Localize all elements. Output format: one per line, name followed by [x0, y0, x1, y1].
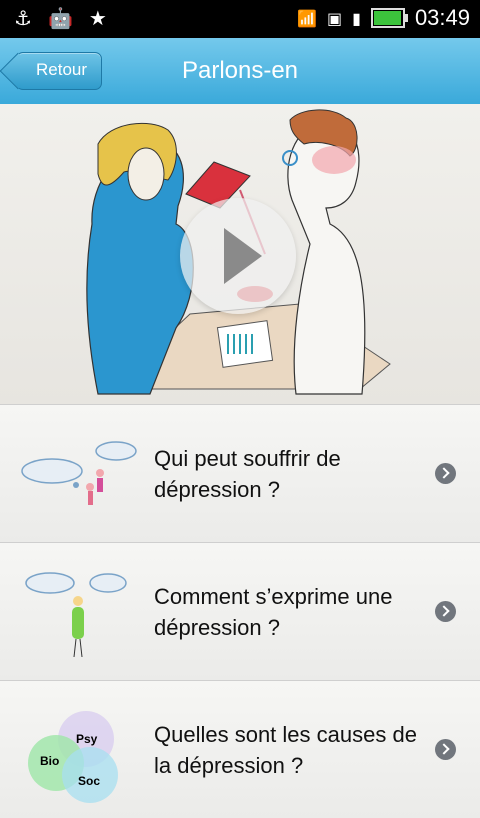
- list-item[interactable]: Comment s’exprime une dépression ?: [0, 542, 480, 680]
- status-time: 03:49: [414, 5, 470, 30]
- list-item-label: Comment s’exprime une dépression ?: [154, 584, 393, 640]
- status-right-icons: 📶 ▣ ▮ 03:49: [297, 5, 470, 31]
- thinking-person-icon: [25, 572, 127, 658]
- venn-label-psy: Psy: [76, 732, 98, 746]
- battery-icon: [370, 8, 408, 28]
- list-item[interactable]: Qui peut souffrir de dépression ?: [0, 404, 480, 542]
- chevron-right-icon[interactable]: [435, 739, 456, 760]
- play-icon[interactable]: [180, 198, 296, 314]
- chevron-right-icon[interactable]: [435, 601, 456, 622]
- venn-label-bio: Bio: [40, 754, 59, 768]
- list-item-label: Quelles sont les causes de la dépression…: [154, 722, 417, 778]
- star-icon: ★: [88, 6, 107, 30]
- video-thumbnail[interactable]: [0, 104, 480, 404]
- android-icon: 🤖: [47, 6, 73, 30]
- bubbles-people-icon: [21, 441, 137, 505]
- topic-list: Qui peut souffrir de dépression ? Commen…: [0, 404, 480, 818]
- signal-icon: ▮: [352, 8, 361, 28]
- venn-diagram-icon: Psy Bio Soc: [28, 711, 118, 803]
- wifi-icon: 📶: [297, 8, 317, 28]
- title-bar: Retour Parlons-en: [0, 38, 480, 104]
- chevron-right-icon[interactable]: [435, 463, 456, 484]
- usb-icon: ⚓: [14, 6, 32, 30]
- venn-label-soc: Soc: [78, 774, 100, 788]
- status-left-icons: ⚓ 🤖 ★: [14, 6, 107, 30]
- status-bar: ⚓ 🤖 ★ 📶 ▣ ▮ 03:49: [0, 0, 480, 38]
- list-item[interactable]: Psy Bio Soc Quelles sont les causes de l…: [0, 680, 480, 818]
- list-item-label: Qui peut souffrir de dépression ?: [154, 446, 341, 502]
- battery-level: [373, 11, 401, 25]
- page-title: Parlons-en: [181, 57, 299, 84]
- sd-icon: ▣: [327, 8, 343, 28]
